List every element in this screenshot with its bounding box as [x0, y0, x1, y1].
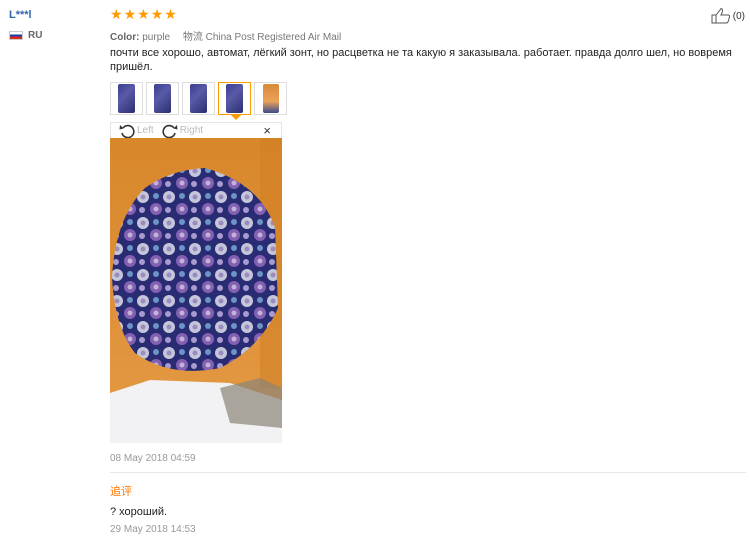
thumbnail-image — [118, 84, 135, 113]
photo-thumbnails — [110, 82, 287, 120]
rotate-left-label: Left — [137, 125, 154, 136]
thumbs-up-icon — [711, 8, 730, 24]
rotate-right-label: Right — [179, 125, 204, 136]
rotate-right-button[interactable]: Right — [162, 124, 203, 138]
photo-thumbnail[interactable] — [146, 82, 179, 115]
reviewer-country: RU — [9, 30, 42, 41]
star-icon: ★ — [150, 6, 164, 22]
followup-label: 追评 — [110, 486, 132, 498]
thumbnail-image — [190, 84, 207, 113]
photo-thumbnail[interactable] — [110, 82, 143, 115]
thumbnail-image — [262, 84, 279, 113]
flag-ru-icon — [9, 31, 23, 40]
star-rating: ★ ★ ★ ★ ★ — [110, 7, 177, 21]
followup-date: 29 May 2018 14:53 — [110, 524, 196, 535]
rotate-right-icon — [162, 124, 178, 138]
thumbnail-image — [226, 84, 243, 113]
photo-thumbnail[interactable] — [254, 82, 287, 115]
star-icon: ★ — [123, 6, 137, 22]
star-icon: ★ — [137, 6, 150, 22]
country-code: RU — [28, 30, 43, 41]
review-date: 08 May 2018 04:59 — [110, 453, 196, 464]
shipping-value: China Post Registered Air Mail — [205, 32, 342, 43]
close-viewer-button[interactable]: × — [263, 123, 271, 138]
divider — [110, 472, 746, 473]
review-text: почти все хорошо, автомат, лёгкий зонт, … — [110, 47, 732, 73]
thumbnail-image — [154, 84, 171, 113]
order-meta: Color: purple 物流 China Post Registered A… — [110, 28, 341, 43]
photo-viewer-toolbar: Left Right × — [110, 122, 282, 138]
star-icon: ★ — [164, 6, 177, 22]
umbrella-photo-image — [110, 138, 282, 443]
review-photo — [110, 138, 282, 443]
star-icon: ★ — [110, 6, 123, 22]
photo-thumbnail-active[interactable] — [218, 82, 251, 120]
reviewer-name: L***l — [9, 9, 32, 21]
helpful-button[interactable]: (0) — [711, 8, 745, 24]
helpful-count: (0) — [732, 10, 745, 22]
rotate-left-icon — [119, 124, 135, 138]
followup-text: ? хороший. — [110, 506, 168, 518]
photo-thumbnail[interactable] — [182, 82, 215, 115]
color-label: Color: — [110, 32, 140, 43]
color-value: purple — [142, 32, 171, 43]
rotate-left-button[interactable]: Left — [119, 124, 154, 138]
shipping-label: 物流 — [182, 32, 203, 43]
